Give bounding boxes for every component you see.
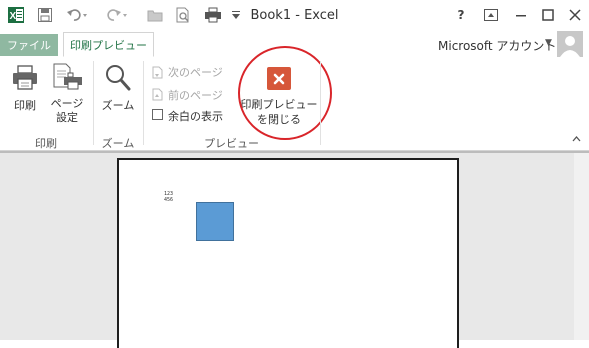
print-preview-area: 123 456 bbox=[0, 151, 589, 348]
divider bbox=[0, 151, 589, 153]
group-separator bbox=[93, 61, 94, 145]
title-bar: X Book1 - Excel ? bbox=[0, 0, 589, 30]
group-separator bbox=[143, 61, 144, 145]
group-label-zoom: ズーム bbox=[101, 137, 135, 150]
group-separator bbox=[320, 61, 321, 145]
collapse-ribbon-icon[interactable] bbox=[572, 135, 581, 145]
cell-text-row2: 456 bbox=[164, 197, 174, 203]
close-window-icon[interactable] bbox=[566, 6, 584, 24]
print-button[interactable]: 印刷 bbox=[11, 97, 39, 113]
zoom-magnifier-icon bbox=[104, 63, 132, 97]
highlight-circle-annotation bbox=[238, 46, 332, 140]
page-setup-icon bbox=[52, 63, 84, 97]
next-page-button[interactable]: 次のページ bbox=[168, 64, 223, 80]
page-setup-label-line1: ページ bbox=[50, 97, 84, 110]
help-button[interactable]: ? bbox=[452, 6, 470, 24]
previous-page-icon bbox=[152, 86, 164, 105]
group-label-print: 印刷 bbox=[35, 137, 57, 150]
minimize-icon[interactable] bbox=[512, 6, 530, 24]
show-margins-label: 余白の表示 bbox=[168, 110, 223, 123]
account-label[interactable]: Microsoft アカウント bbox=[438, 37, 556, 54]
ribbon: 印刷 ページ 設定 印刷 ズーム ズーム 次のページ 前のページ 余白の表示 印… bbox=[0, 46, 589, 151]
show-margins-checkbox[interactable] bbox=[152, 109, 163, 120]
page-setup-label-line2: 設定 bbox=[56, 111, 78, 124]
window-title: Book1 - Excel bbox=[250, 8, 339, 23]
zoom-button[interactable]: ズーム bbox=[99, 97, 137, 113]
next-page-icon bbox=[152, 64, 164, 83]
tab-print-preview[interactable]: 印刷プレビュー bbox=[63, 32, 154, 57]
preview-page: 123 456 bbox=[117, 158, 459, 348]
chevron-down-icon[interactable]: ▼ bbox=[545, 38, 552, 48]
group-label-preview: プレビュー bbox=[204, 137, 259, 150]
page-setup-button[interactable]: ページ 設定 bbox=[49, 97, 85, 125]
avatar[interactable] bbox=[557, 31, 583, 57]
ribbon-display-options-icon[interactable] bbox=[482, 6, 500, 24]
printer-icon bbox=[11, 64, 39, 96]
vertical-scrollbar[interactable] bbox=[574, 153, 589, 340]
tab-file[interactable]: ファイル bbox=[0, 34, 58, 56]
shape-rectangle bbox=[196, 202, 234, 241]
previous-page-button[interactable]: 前のページ bbox=[168, 87, 223, 103]
maximize-icon[interactable] bbox=[539, 6, 557, 24]
